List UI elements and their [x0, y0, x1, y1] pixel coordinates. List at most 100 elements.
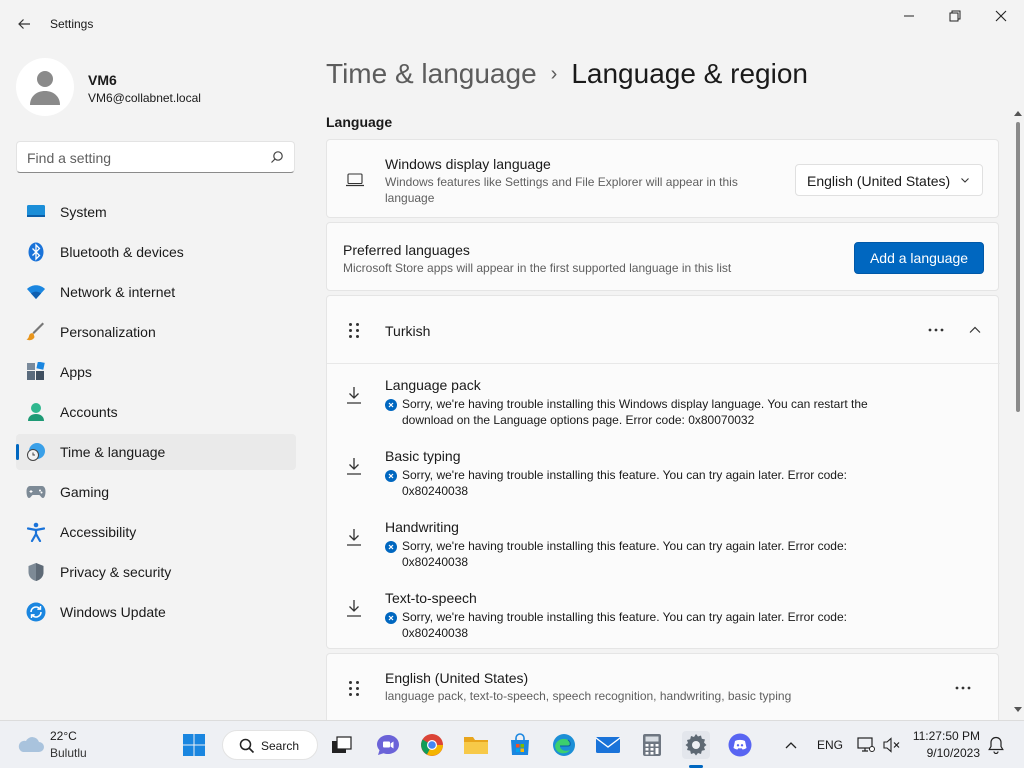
wifi-icon: [26, 282, 46, 302]
maximize-button[interactable]: [932, 0, 978, 32]
back-button[interactable]: [10, 10, 38, 38]
language-card-turkish: Turkish Language pack Sorry, we're havin…: [326, 295, 1000, 649]
close-icon: [995, 10, 1007, 22]
drag-handle-icon[interactable]: [349, 681, 361, 697]
language-card-english[interactable]: English (United States) language pack, t…: [326, 653, 999, 720]
accessibility-icon: [26, 522, 46, 542]
weather-widget[interactable]: 22°C Bulutlu: [14, 725, 94, 765]
sidebar-item-privacy[interactable]: Privacy & security: [16, 554, 296, 590]
system-icon: [26, 202, 46, 222]
collapse-button[interactable]: [963, 318, 987, 342]
search-box[interactable]: [16, 141, 295, 173]
restore-icon: [949, 10, 961, 22]
more-options-button[interactable]: [951, 676, 975, 700]
bluetooth-icon: [26, 242, 46, 262]
teams-chat-button[interactable]: [374, 731, 402, 759]
profile-name: VM6: [88, 72, 117, 88]
sidebar-item-accounts[interactable]: Accounts: [16, 394, 296, 430]
display-language-title: Windows display language: [385, 156, 551, 172]
feature-title: Text-to-speech: [385, 590, 477, 606]
close-button[interactable]: [978, 0, 1024, 32]
show-hidden-icons-button[interactable]: [777, 731, 805, 759]
update-icon: [26, 602, 46, 622]
avatar: [16, 58, 74, 116]
chrome-button[interactable]: [418, 731, 446, 759]
sidebar-item-system[interactable]: System: [16, 194, 296, 230]
notifications-button[interactable]: [982, 731, 1010, 759]
sidebar-item-label: Accounts: [60, 404, 118, 420]
clock-date: 9/10/2023: [926, 746, 980, 760]
app-title: Settings: [50, 17, 94, 31]
sidebar-item-time-language[interactable]: Time & language: [16, 434, 296, 470]
user-profile[interactable]: VM6 VM6@collabnet.local: [16, 58, 296, 118]
task-view-button[interactable]: [328, 731, 356, 759]
feature-title: Language pack: [385, 377, 481, 393]
sidebar-item-label: Windows Update: [60, 604, 166, 620]
scroll-down-icon: [1014, 707, 1022, 712]
chrome-icon: [421, 734, 443, 756]
shield-icon: [26, 562, 46, 582]
download-icon: [347, 600, 361, 617]
settings-app-button[interactable]: [682, 731, 710, 759]
breadcrumb-separator: ›: [550, 63, 558, 85]
calculator-button[interactable]: [638, 731, 666, 759]
sidebar-item-label: Bluetooth & devices: [60, 244, 184, 260]
speaker-muted-icon: [883, 737, 900, 753]
error-icon: [385, 612, 397, 624]
sidebar-item-bluetooth[interactable]: Bluetooth & devices: [16, 234, 296, 270]
chat-icon: [377, 735, 399, 755]
sidebar-item-label: System: [60, 204, 107, 220]
sidebar-item-network[interactable]: Network & internet: [16, 274, 296, 310]
taskbar-search-label: Search: [261, 739, 300, 753]
feature-title: Handwriting: [385, 519, 459, 535]
drag-handle-icon[interactable]: [349, 323, 361, 339]
minimize-button[interactable]: [886, 0, 932, 32]
scrollbar[interactable]: [1013, 108, 1023, 720]
weather-description: Bulutlu: [50, 746, 87, 760]
taskbar-search[interactable]: Search: [222, 730, 318, 760]
edge-button[interactable]: [550, 731, 578, 759]
display-language-card: Windows display language Windows feature…: [326, 139, 999, 218]
mail-button[interactable]: [594, 731, 622, 759]
clock[interactable]: 11:27:50 PM 9/10/2023: [908, 727, 988, 763]
add-language-button[interactable]: Add a language: [854, 242, 984, 274]
start-button[interactable]: [180, 731, 208, 759]
breadcrumb-parent[interactable]: Time & language: [326, 58, 537, 89]
sidebar-nav: System Bluetooth & devices Network & int…: [16, 194, 296, 634]
turkish-header[interactable]: Turkish: [327, 296, 1000, 364]
sidebar-item-windows-update[interactable]: Windows Update: [16, 594, 296, 630]
volume-tray-icon[interactable]: [878, 731, 906, 759]
feature-error-message: Sorry, we're having trouble installing t…: [402, 610, 847, 640]
input-language-indicator[interactable]: ENG: [817, 738, 843, 752]
microsoft-store-button[interactable]: [506, 731, 534, 759]
sidebar-item-gaming[interactable]: Gaming: [16, 474, 296, 510]
sidebar-item-accessibility[interactable]: Accessibility: [16, 514, 296, 550]
search-icon: [271, 151, 283, 163]
language-features-summary: language pack, text-to-speech, speech re…: [385, 689, 792, 703]
sidebar-item-label: Privacy & security: [60, 564, 172, 580]
task-view-icon: [332, 736, 352, 753]
sidebar-item-label: Gaming: [60, 484, 110, 500]
language-name: Turkish: [385, 323, 431, 339]
minimize-icon: [904, 15, 914, 17]
preferred-languages-title: Preferred languages: [343, 242, 470, 258]
apps-icon: [26, 362, 46, 382]
display-language-dropdown[interactable]: English (United States): [795, 164, 983, 196]
sidebar-item-personalization[interactable]: Personalization: [16, 314, 296, 350]
sidebar-item-apps[interactable]: Apps: [16, 354, 296, 390]
network-tray-icon[interactable]: [852, 731, 880, 759]
language-name: English (United States): [385, 670, 529, 686]
profile-email: VM6@collabnet.local: [88, 91, 201, 105]
feature-item: Text-to-speech Sorry, we're having troub…: [327, 590, 1000, 656]
page-title: Language & region: [571, 58, 808, 89]
laptop-icon: [346, 173, 364, 187]
scrollbar-thumb[interactable]: [1016, 122, 1020, 412]
more-options-button[interactable]: [924, 318, 948, 342]
search-input[interactable]: [27, 148, 257, 168]
discord-button[interactable]: [726, 731, 754, 759]
person-icon: [30, 71, 60, 105]
edge-icon: [553, 734, 575, 756]
feature-item: Basic typing Sorry, we're having trouble…: [327, 448, 1000, 514]
file-explorer-button[interactable]: [462, 731, 490, 759]
taskbar: 22°C Bulutlu Search ENG 11:27:50 PM 9/10…: [0, 720, 1024, 768]
